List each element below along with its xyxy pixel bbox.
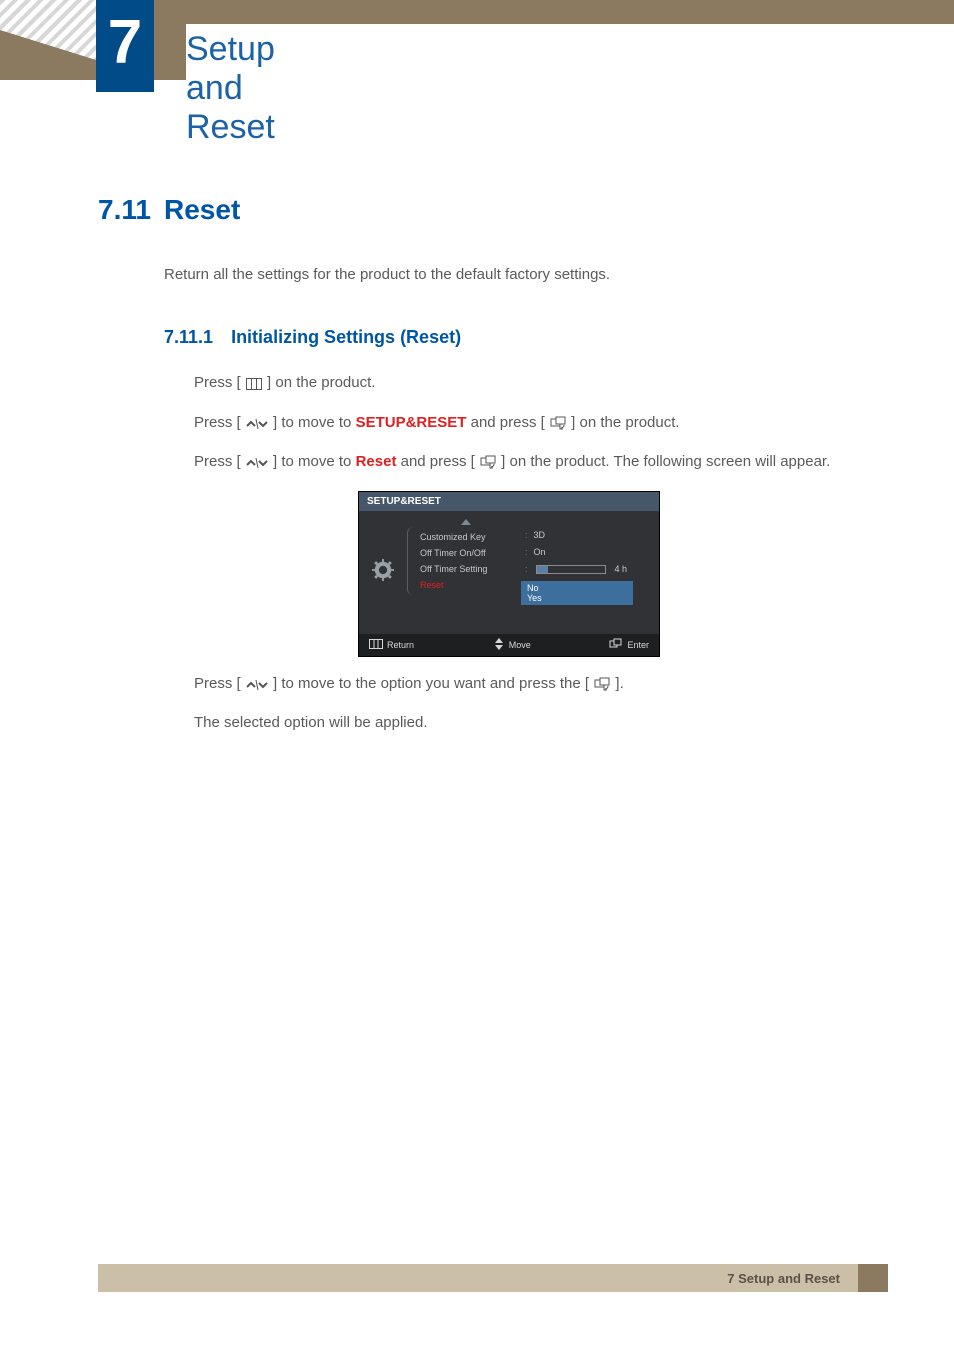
osd-value-off-timer-setting: : 4 h xyxy=(525,561,659,578)
text: 3D xyxy=(534,530,546,540)
subsection-title: Initializing Settings (Reset) xyxy=(231,327,461,347)
chapter-title: Setup and Reset xyxy=(186,24,954,153)
enter-icon xyxy=(480,454,496,477)
text: and press [ xyxy=(471,414,545,431)
section-title: Reset xyxy=(164,194,240,225)
osd-item-reset: Reset xyxy=(408,577,525,593)
text: ] to move to xyxy=(273,453,356,470)
osd-return: Return xyxy=(369,638,414,652)
text: Press [ xyxy=(194,675,241,692)
osd-value-customized-key: :3D xyxy=(525,527,659,544)
content: 7.11Reset Return all the settings for th… xyxy=(98,180,878,749)
reset-option-yes: Yes xyxy=(521,593,633,603)
updown-chevron-icon xyxy=(246,415,268,438)
osd-item-customized-key: Customized Key xyxy=(408,529,525,545)
osd-item-off-timer-setting: Off Timer Setting xyxy=(408,561,525,577)
osd-screenshot: SETUP&RESET Customized Key Off Timer On/… xyxy=(358,491,660,657)
timer-slider-label: 4 h xyxy=(615,564,628,574)
step-5: The selected option will be applied. xyxy=(194,712,878,735)
subsection-number: 7.11.1 xyxy=(164,327,213,347)
osd-left xyxy=(359,517,407,608)
footer-text: 7 Setup and Reset xyxy=(727,1271,844,1286)
step-4: Press [ ] to move to the option you want… xyxy=(194,673,878,699)
reset-option-no: No xyxy=(521,583,633,593)
osd-value-off-timer-onoff: :On xyxy=(525,544,659,561)
text: Move xyxy=(509,640,531,650)
updown-chevron-icon xyxy=(246,676,268,699)
reset-option-box: No Yes xyxy=(521,581,633,605)
text: ]. xyxy=(615,675,623,692)
text: and press [ xyxy=(401,453,475,470)
text: Press [ xyxy=(194,374,241,391)
osd-body: Customized Key Off Timer On/Off Off Time… xyxy=(359,511,659,634)
menu-icon xyxy=(369,639,383,651)
osd-value-reset: No Yes xyxy=(525,578,659,608)
menu-icon xyxy=(246,375,262,398)
text: ] on the product. The following screen w… xyxy=(501,453,830,470)
osd-item-off-timer-onoff: Off Timer On/Off xyxy=(408,545,525,561)
enter-icon xyxy=(550,415,566,438)
osd-move: Move xyxy=(493,638,531,652)
text: Enter xyxy=(627,640,649,650)
section-number: 7.11 xyxy=(98,194,164,226)
subsection-heading: 7.11.1 Initializing Settings (Reset) xyxy=(164,327,878,348)
highlight-reset: Reset xyxy=(356,453,397,470)
highlight-setup-reset: SETUP&RESET xyxy=(356,414,467,431)
updown-chevron-icon xyxy=(246,454,268,477)
text: On xyxy=(534,547,546,557)
chapter-tab: 7 xyxy=(96,0,154,92)
text: Press [ xyxy=(194,414,241,431)
text: Return xyxy=(387,640,414,650)
section-heading: 7.11Reset xyxy=(98,194,878,226)
step-2: Press [ ] to move to SETUP&RESET and pre… xyxy=(194,412,878,438)
text: ] on the product. xyxy=(571,414,679,431)
osd-bottom-bar: Return Move Enter xyxy=(359,634,659,656)
chapter-number: 7 xyxy=(108,12,142,80)
gear-icon xyxy=(372,559,394,581)
step-1: Press [ ] on the product. xyxy=(194,372,878,398)
page: 7 Setup and Reset 7.11Reset Return all t… xyxy=(0,0,954,1350)
updown-icon xyxy=(493,638,505,652)
footer: 7 Setup and Reset xyxy=(98,1264,888,1292)
osd-menu: Customized Key Off Timer On/Off Off Time… xyxy=(407,517,525,608)
osd-values: :3D :On : 4 h No Yes xyxy=(525,517,659,608)
text: ] to move to xyxy=(273,414,356,431)
enter-icon xyxy=(609,638,623,651)
text: ] to move to the option you want and pre… xyxy=(273,675,589,692)
footer-accent xyxy=(858,1264,888,1292)
osd-enter: Enter xyxy=(609,638,649,652)
timer-slider xyxy=(536,565,606,574)
enter-icon xyxy=(594,676,610,699)
scroll-up-icon xyxy=(407,517,525,527)
text: ] on the product. xyxy=(267,374,375,391)
osd-title: SETUP&RESET xyxy=(359,492,659,511)
text: Press [ xyxy=(194,453,241,470)
section-intro: Return all the settings for the product … xyxy=(164,266,878,283)
step-3: Press [ ] to move to Reset and press [ ]… xyxy=(194,451,878,477)
